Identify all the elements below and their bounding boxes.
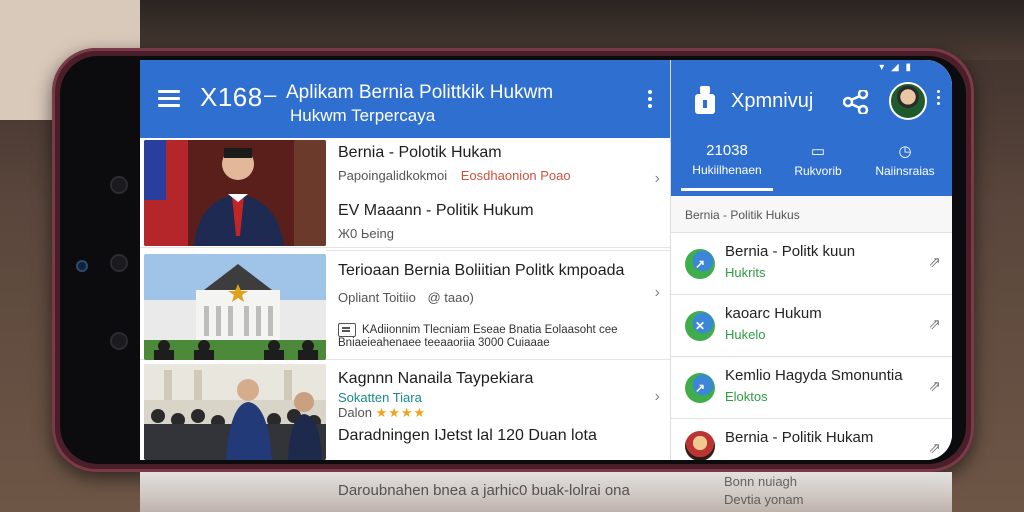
- status-bar-icons: ▾ ◢ ▮: [879, 62, 913, 73]
- tab-naiinsraias[interactable]: ◷ Naiinsraias: [865, 142, 945, 178]
- news-headline: Kagnnn Nanaila Taypekiara: [338, 370, 534, 387]
- news-thumbnail-portrait: [144, 140, 326, 246]
- news-item[interactable]: Terioaan Bernia Boliitian Politk kmpoada…: [140, 250, 670, 360]
- news-date: Dalon: [338, 405, 372, 420]
- phone-screen: X168 – Aplikam Bernia Polittkik Hukwm Hu…: [140, 60, 952, 460]
- list-item-title: Kemlio Hagyda Smonuntia: [725, 367, 903, 384]
- category-badge-icon: ↗: [685, 373, 715, 403]
- sensor-top: [110, 176, 128, 194]
- tab-label: Hukiilhenaen: [692, 163, 762, 177]
- share-arrow-icon[interactable]: ⇗: [928, 315, 941, 333]
- news-author: Sokatten Tiara: [338, 390, 422, 405]
- news-thumbnail-press: [144, 364, 326, 460]
- avatar[interactable]: [889, 82, 927, 120]
- more-options-icon[interactable]: [937, 90, 941, 108]
- list-item-subtitle: Eloktos: [725, 389, 768, 404]
- news-headline: EV Maaann - Politik Hukum: [338, 202, 534, 219]
- list-item-title: Bernia - Politk kuun: [725, 243, 856, 260]
- reflection-text-right2: Devtia yonam: [724, 492, 804, 507]
- reflection-text-left: Daroubnahen bnea a jarhic0 buak-lolrai o…: [338, 482, 630, 499]
- app-bar: X168 – Aplikam Bernia Polittkik Hukwm Hu…: [140, 60, 670, 138]
- tab-label: Naiinsraias: [875, 164, 935, 178]
- news-tag: @ taao): [427, 290, 474, 305]
- tab-rukvorib[interactable]: ▭ Rukvorib: [783, 142, 853, 178]
- side-panel: ▾ ◢ ▮ Xpmnivuj 21038 Hukiilhenaen ▭ Rukv…: [670, 60, 952, 460]
- title-separator: –: [264, 82, 277, 107]
- news-headline: Terioaan Bernia Boliitian Politk kmpoada: [338, 262, 625, 279]
- category-badge-icon: ✕: [685, 311, 715, 341]
- tab-label: Rukvorib: [794, 164, 842, 178]
- news-source: Papoingalidkokmoi: [338, 168, 448, 183]
- front-camera: [76, 260, 88, 272]
- share-icon[interactable]: [842, 88, 869, 120]
- list-item[interactable]: ↗ Bernia - Politk kuun Hukrits ⇗: [671, 232, 952, 294]
- news-description: KAdiionnim Tlecniam Eseae Bnatia Eolaaso…: [362, 324, 618, 337]
- more-options-icon[interactable]: [648, 90, 652, 111]
- menu-icon[interactable]: [158, 90, 180, 107]
- user-icon[interactable]: [695, 86, 715, 116]
- rating-stars: ★★★★: [375, 405, 427, 420]
- news-time: Ж0 Ьeing: [338, 226, 394, 241]
- window-icon: ▭: [810, 143, 826, 160]
- share-arrow-icon[interactable]: ⇗: [928, 377, 941, 395]
- news-description-line2: Bniaeieahenaee teeaaoriia 3000 Cuiaaae: [338, 337, 550, 349]
- app-title: Aplikam Bernia Polittkik Hukwm: [286, 82, 554, 103]
- side-app-bar: ▾ ◢ ▮ Xpmnivuj 21038 Hukiilhenaen ▭ Rukv…: [671, 60, 952, 196]
- news-footer: Daradningen IJetst lal 120 Duan lota: [338, 427, 597, 444]
- list-item-title: Bernia - Politik Hukam: [725, 429, 874, 446]
- news-panel: X168 – Aplikam Bernia Polittkik Hukwm Hu…: [140, 60, 670, 460]
- list-item-thumbnail: [685, 431, 715, 460]
- app-brand: X168: [200, 82, 263, 112]
- sensor-bottom: [110, 332, 128, 350]
- news-source: Opliant Toitiio: [338, 290, 416, 305]
- share-arrow-icon[interactable]: ⇗: [928, 253, 941, 271]
- list-item[interactable]: ✕ kaoarc Hukum Hukelo ⇗: [671, 294, 952, 356]
- chevron-right-icon[interactable]: ›: [655, 170, 660, 188]
- news-item[interactable]: Kagnnn Nanaila Taypekiara Sokatten Tiara…: [140, 360, 670, 460]
- share-arrow-icon[interactable]: ⇗: [928, 439, 941, 457]
- tab-hukiilhenaen[interactable]: 21038 Hukiilhenaen: [681, 142, 773, 191]
- side-title: Xpmnivuj: [731, 90, 814, 112]
- news-headline: Bernia - Polotik Hukam: [338, 144, 502, 161]
- list-item[interactable]: ↗ Kemlio Hagyda Smonuntia Eloktos ⇗: [671, 356, 952, 418]
- sensor-middle: [110, 254, 128, 272]
- chevron-right-icon[interactable]: ›: [655, 388, 660, 406]
- notification-icon: ◷: [898, 143, 912, 160]
- chevron-right-icon[interactable]: ›: [655, 284, 660, 302]
- category-badge-icon: ↗: [685, 249, 715, 279]
- screen-reflection: Daroubnahen bnea a jarhic0 buak-lolrai o…: [140, 472, 952, 512]
- news-thumbnail-building: [144, 254, 326, 360]
- section-header: Bernia - Politik Hukus: [685, 208, 800, 222]
- news-category-tag[interactable]: Eosdhaonion Poao: [461, 168, 571, 183]
- tab-number-icon: 21038: [706, 142, 748, 159]
- list-item[interactable]: Bernia - Politik Hukam ⇗: [671, 418, 952, 460]
- list-item-subtitle: Hukelo: [725, 327, 766, 342]
- reflection-text-right: Bonn nuiagh: [724, 474, 798, 489]
- news-item-secondary[interactable]: EV Maaann - Politik Hukum Ж0 Ьeing: [338, 202, 534, 241]
- app-subtitle: Hukwm Terpercaya: [290, 106, 436, 125]
- list-item-subtitle: Hukrits: [725, 265, 766, 280]
- article-icon: [338, 323, 356, 337]
- list-item-title: kaoarc Hukum: [725, 305, 822, 322]
